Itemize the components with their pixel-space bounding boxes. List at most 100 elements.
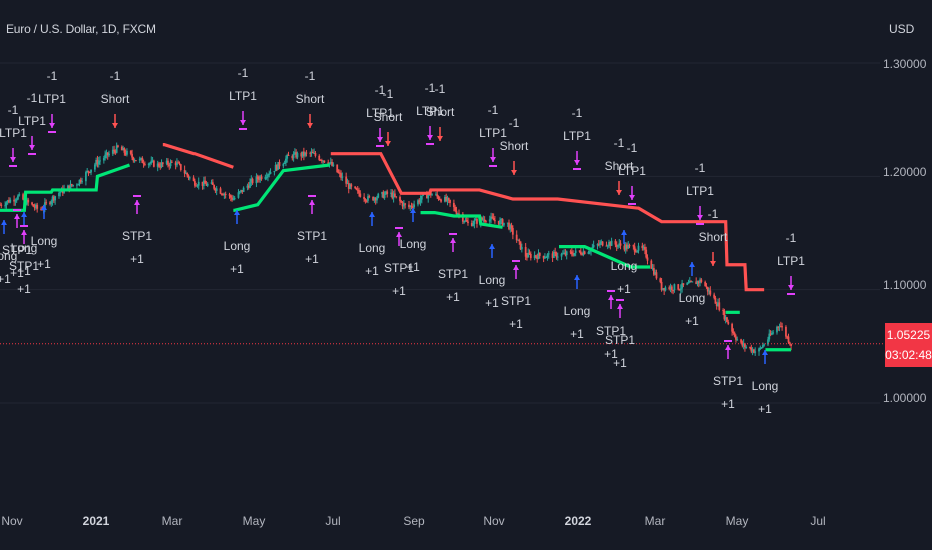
candle-body bbox=[204, 180, 207, 184]
candle-body bbox=[142, 162, 145, 164]
bar-countdown: 03:02:48 bbox=[885, 348, 932, 362]
ltp-exit-arrow bbox=[697, 206, 703, 220]
candle-body bbox=[700, 279, 703, 282]
last-price-badge: 1.05225 03:02:48 bbox=[885, 323, 932, 367]
stp-exit-arrow bbox=[617, 304, 623, 318]
candle-body bbox=[704, 281, 707, 287]
candle-body bbox=[436, 194, 439, 197]
symbol-title[interactable]: Euro / U.S. Dollar, 1D, FXCM bbox=[6, 22, 156, 36]
x-tick-label: Mar bbox=[161, 514, 183, 528]
stp-exit-arrow-head bbox=[608, 295, 614, 300]
stp-exit-arrow bbox=[450, 238, 456, 252]
candle-body bbox=[476, 218, 478, 224]
candle-body bbox=[193, 180, 196, 186]
candle-body bbox=[545, 257, 548, 259]
price-chart[interactable]: Long +1 Long +1 Long +1 Long +1 Long +1 Long +1 Long… bbox=[0, 0, 932, 550]
candle-body bbox=[192, 177, 195, 181]
ltp-exit-arrow bbox=[490, 148, 496, 162]
ltp-exit-arrow-head bbox=[29, 145, 35, 150]
candle-body bbox=[186, 172, 189, 176]
stp-signal-label: STP1 bbox=[438, 267, 468, 281]
ltp-signal-label: LTP1 bbox=[479, 126, 507, 140]
candle-body bbox=[726, 317, 728, 322]
stp-signal-label: STP1 bbox=[501, 294, 531, 308]
long-entry-arrow-head bbox=[369, 212, 375, 217]
candle-body bbox=[404, 203, 407, 205]
ltp-signal-label: LTP1 bbox=[229, 89, 257, 103]
candle-body bbox=[400, 201, 403, 203]
candle-body bbox=[117, 145, 119, 147]
candle-body bbox=[473, 220, 476, 224]
candle-body bbox=[314, 153, 317, 156]
short-signal-qty: -1 bbox=[110, 69, 121, 83]
candle-body bbox=[733, 332, 736, 337]
candle-body bbox=[0, 204, 3, 206]
stp-signal-qty: +1 bbox=[17, 282, 31, 296]
short-entry-arrow bbox=[385, 132, 391, 146]
candle-body bbox=[97, 161, 100, 165]
stp-exit-arrow-head bbox=[450, 238, 456, 243]
short-entry-arrow-head bbox=[710, 261, 716, 266]
candle-body bbox=[535, 255, 537, 257]
candle-body bbox=[709, 290, 712, 295]
ltp-signal-qty: -1 bbox=[375, 83, 386, 97]
candle-body bbox=[588, 251, 591, 253]
candle-body bbox=[524, 247, 527, 257]
stp-exit-arrow-head bbox=[134, 200, 140, 205]
candle-body bbox=[141, 157, 144, 163]
long-entry-arrow-head bbox=[1, 220, 7, 225]
stp-signal-qty: +1 bbox=[392, 284, 406, 298]
candle-body bbox=[790, 344, 792, 346]
candle-body bbox=[758, 348, 760, 352]
candle-body bbox=[547, 253, 550, 255]
candle-body bbox=[50, 201, 53, 204]
ltp-signal-qty: -1 bbox=[8, 103, 19, 117]
long-entry-arrow-head bbox=[689, 262, 695, 267]
candle-body bbox=[135, 160, 137, 162]
candle-body bbox=[485, 221, 487, 223]
candle-body bbox=[129, 150, 132, 154]
candle-body bbox=[573, 253, 576, 256]
ltp-signal-label: LTP1 bbox=[366, 106, 394, 120]
long-signal-qty: +1 bbox=[758, 402, 772, 416]
ltp-exit-arrow-head bbox=[377, 137, 383, 142]
candle-body bbox=[345, 176, 348, 184]
ltp-signal-label: LTP1 bbox=[0, 126, 27, 140]
x-tick-label: Nov bbox=[1, 514, 23, 528]
ltp-signal-qty: -1 bbox=[238, 66, 249, 80]
candle-body bbox=[579, 251, 582, 255]
long-entry-arrow bbox=[410, 208, 416, 222]
candle-body bbox=[31, 202, 33, 205]
candle-body bbox=[655, 272, 658, 279]
long-entry-arrow bbox=[1, 220, 7, 234]
stp-exit-arrow-head bbox=[14, 214, 20, 219]
candle-body bbox=[583, 251, 586, 255]
candle-body bbox=[449, 199, 451, 203]
candle-body bbox=[368, 196, 371, 198]
long-signal-label: Long bbox=[400, 237, 427, 251]
short-entry-arrow bbox=[437, 127, 443, 141]
ltp-exit-arrow bbox=[629, 186, 635, 200]
candle-body bbox=[628, 245, 631, 247]
short-signal-qty: -1 bbox=[708, 207, 719, 221]
candle-body bbox=[350, 184, 353, 187]
candle-body bbox=[760, 347, 763, 349]
chart-panel[interactable]: Long +1 Long +1 Long +1 Long +1 Long +1 Long +1 Long… bbox=[0, 0, 932, 550]
stp-signal-qty: +1 bbox=[305, 252, 319, 266]
candle-body bbox=[268, 173, 271, 175]
stp-exit-arrow-head bbox=[309, 200, 315, 205]
candle-body bbox=[311, 151, 314, 154]
candle-body bbox=[431, 194, 433, 196]
candle-body bbox=[376, 197, 378, 201]
short-entry-arrow-head bbox=[616, 190, 622, 195]
candle-body bbox=[520, 247, 523, 250]
candle-body bbox=[285, 158, 287, 163]
candle-body bbox=[740, 339, 742, 343]
candle-body bbox=[592, 245, 595, 248]
long-signal-qty: +1 bbox=[617, 282, 631, 296]
short-entry-arrow-head bbox=[385, 141, 391, 146]
short-entry-arrow bbox=[710, 252, 716, 266]
short-signal-label: Short bbox=[500, 139, 529, 153]
stp-exit-arrow-head bbox=[513, 265, 519, 270]
stp-signal-label: STP1 bbox=[713, 374, 743, 388]
